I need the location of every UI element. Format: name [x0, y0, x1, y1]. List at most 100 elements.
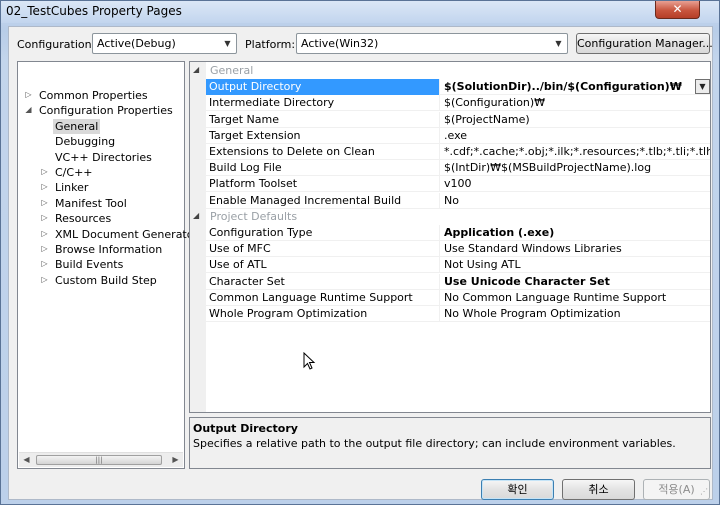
property-name: Build Log File	[206, 160, 440, 177]
tree-item-label: Manifest Tool	[55, 196, 127, 210]
scroll-right-icon[interactable]: ▶	[168, 453, 183, 467]
tree-expander-icon[interactable]: ◢	[24, 105, 33, 114]
tree-item-label: General	[53, 118, 101, 134]
configuration-dropdown[interactable]: Active(Debug) ▼	[92, 33, 237, 54]
tree-item-label: Build Events	[55, 258, 124, 272]
property-name: Target Name	[206, 111, 440, 128]
description-title: Output Directory	[193, 422, 298, 435]
property-name: Target Extension	[206, 127, 440, 144]
close-button[interactable]: ✕	[655, 1, 700, 19]
property-name: Character Set	[206, 273, 440, 290]
collapse-icon[interactable]: ◢	[193, 65, 199, 74]
property-row[interactable]: Intermediate Directory $(Configuration)₩	[206, 95, 710, 112]
property-row[interactable]: Target Extension .exe	[206, 127, 710, 144]
mouse-cursor-icon	[303, 352, 316, 370]
tree-expander-icon[interactable]: ▷	[40, 244, 49, 253]
chevron-down-icon[interactable]: ▼	[695, 79, 710, 95]
category-row[interactable]: ◢ Project Defaults	[190, 209, 710, 225]
property-name: Extensions to Delete on Clean	[206, 144, 440, 160]
property-name: Whole Program Optimization	[206, 306, 440, 322]
property-value[interactable]: Use Standard Windows Libraries	[441, 241, 710, 257]
tree-item-label: Resources	[55, 212, 112, 226]
property-row[interactable]: Target Name $(ProjectName)	[206, 111, 710, 128]
resize-grip-icon[interactable]: ⋰	[700, 487, 710, 497]
scroll-left-icon[interactable]: ◀	[19, 453, 34, 467]
platform-label: Platform:	[245, 38, 296, 51]
property-row[interactable]: Enable Managed Incremental Build No	[206, 192, 710, 209]
window-title: 02_TestCubes Property Pages	[6, 4, 182, 18]
grid-gutter	[190, 62, 206, 412]
property-row[interactable]: Character Set Use Unicode Character Set	[206, 273, 710, 290]
property-value[interactable]: Application (.exe)	[441, 225, 710, 241]
tree-expander-icon[interactable]: ▷	[40, 275, 49, 284]
chevron-down-icon: ▼	[555, 39, 562, 48]
tree-item-label: Browse Information	[55, 243, 163, 256]
property-value[interactable]: No Common Language Runtime Support	[441, 290, 710, 306]
property-grid: ◢ General Output Directory $(SolutionDir)..…	[189, 61, 711, 413]
property-row[interactable]: Platform Toolset v100	[206, 176, 710, 193]
property-name: Common Language Runtime Support	[206, 289, 440, 306]
property-value[interactable]: No Whole Program Optimization	[441, 306, 710, 322]
property-row[interactable]: Build Log File $(IntDir)₩$(MSBuildProject…	[206, 160, 710, 177]
property-name: Enable Managed Incremental Build	[206, 192, 440, 209]
property-name: Output Directory	[206, 79, 440, 96]
property-row[interactable]: Configuration Type Application (.exe)	[206, 225, 710, 241]
property-value[interactable]: .exe	[441, 128, 710, 144]
tree-item-label: Configuration Properties	[39, 104, 173, 118]
chevron-down-icon: ▼	[224, 39, 231, 48]
tree-item-label: C/C++	[55, 166, 93, 179]
description-text: Specifies a relative path to the output …	[193, 437, 676, 450]
property-value[interactable]: *.cdf;*.cache;*.obj;*.ilk;*.resources;*.…	[441, 144, 710, 160]
property-row[interactable]: Whole Program Optimization No Whole Progr…	[206, 306, 710, 322]
tree-expander-icon[interactable]: ▷	[40, 259, 49, 268]
tree-item-label: Debugging	[55, 135, 116, 149]
configuration-value: Active(Debug)	[97, 37, 176, 50]
property-row[interactable]: Output Directory $(SolutionDir)../bin/$(C…	[206, 79, 710, 96]
property-row[interactable]: Use of MFC Use Standard Windows Libraries	[206, 241, 710, 258]
property-name: Intermediate Directory	[206, 95, 440, 112]
tree-item-label: XML Document Generator	[55, 227, 198, 241]
tree-expander-icon[interactable]: ▷	[40, 167, 49, 176]
property-value[interactable]: $(IntDir)₩$(MSBuildProjectName).log	[441, 160, 710, 176]
category-row[interactable]: ◢ General	[190, 63, 710, 79]
property-value[interactable]: v100	[441, 176, 710, 192]
ok-button[interactable]: 확인	[481, 479, 554, 500]
property-value[interactable]: No	[441, 193, 710, 209]
property-tree: ▷ Common Properties ◢ Configuration Propert…	[17, 61, 198, 469]
property-value[interactable]: $(ProjectName)	[441, 112, 710, 128]
description-panel: Output Directory Specifies a relative pa…	[189, 417, 711, 469]
property-value[interactable]: Use Unicode Character Set	[441, 274, 710, 290]
property-row[interactable]: Common Language Runtime Support No Common…	[206, 289, 710, 306]
tree-expander-icon[interactable]: ▷	[40, 198, 49, 207]
tree-item-label: Custom Build Step	[55, 273, 157, 287]
platform-dropdown[interactable]: Active(Win32) ▼	[296, 33, 568, 54]
tree-expander-icon[interactable]: ▷	[40, 229, 49, 238]
property-name: Use of MFC	[206, 241, 440, 258]
dialog-client-area: Configuration: Active(Debug) ▼ Platform:…	[8, 26, 713, 500]
tree-item-label: VC++ Directories	[55, 150, 152, 164]
title-bar[interactable]: 02_TestCubes Property Pages ✕	[1, 1, 719, 23]
cancel-button[interactable]: 취소	[562, 479, 635, 500]
configuration-manager-button[interactable]: Configuration Manager...	[576, 33, 713, 54]
property-value[interactable]: Not Using ATL	[441, 257, 710, 273]
configuration-label: Configuration:	[17, 38, 96, 51]
property-row[interactable]: Use of ATL Not Using ATL	[206, 257, 710, 274]
configuration-toolbar: Configuration: Active(Debug) ▼ Platform:…	[9, 27, 714, 61]
scroll-thumb[interactable]: |||	[36, 455, 162, 465]
platform-value: Active(Win32)	[301, 37, 379, 50]
tree-expander-icon[interactable]: ▷	[40, 182, 49, 191]
tree-item-label: Common Properties	[39, 89, 148, 102]
collapse-icon[interactable]: ◢	[193, 211, 199, 220]
property-name: Platform Toolset	[206, 176, 440, 193]
tree-horizontal-scrollbar[interactable]: ◀ ||| ▶	[19, 452, 183, 467]
property-value[interactable]: $(SolutionDir)../bin/$(Configuration)₩	[441, 79, 710, 95]
tree-item-label: Linker	[55, 181, 89, 195]
tree-expander-icon[interactable]: ▷	[40, 213, 49, 222]
property-name: Use of ATL	[206, 257, 440, 274]
category-label: Project Defaults	[210, 209, 298, 223]
tree-expander-icon[interactable]: ▷	[24, 90, 33, 99]
property-value[interactable]: $(Configuration)₩	[441, 95, 710, 111]
property-pages-window: 02_TestCubes Property Pages ✕ Configurat…	[0, 0, 720, 505]
property-row[interactable]: Extensions to Delete on Clean *.cdf;*.cac…	[206, 144, 710, 160]
category-label: General	[210, 64, 254, 77]
